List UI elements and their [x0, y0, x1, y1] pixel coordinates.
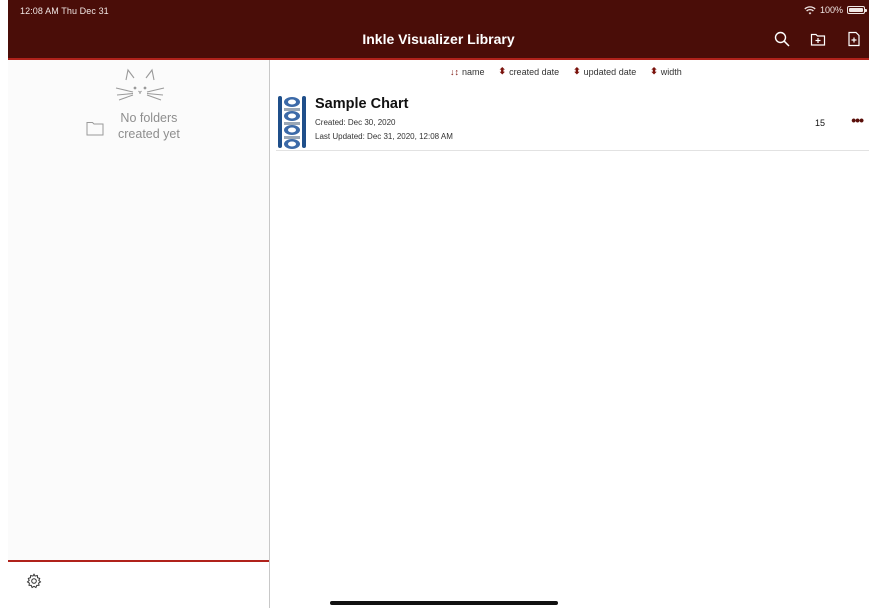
sort-toggle-icon: ⬍ [498, 66, 507, 76]
home-indicator [330, 601, 558, 605]
sort-az-icon: ↓↕ [450, 66, 459, 77]
sort-by-width[interactable]: ⬍ width [650, 66, 682, 77]
folder-icon [86, 122, 104, 136]
battery-icon [847, 6, 867, 14]
sort-toggle-icon: ⬍ [573, 66, 581, 76]
sort-name-label: name [462, 66, 485, 77]
gear-icon[interactable] [26, 573, 42, 589]
chart-library: ↓↕ name ⬍ created date ⬍ updated date ⬍ … [270, 60, 869, 608]
sort-bar: ↓↕ name ⬍ created date ⬍ updated date ⬍ … [450, 66, 682, 77]
page-title: Inkle Visualizer Library [362, 31, 515, 47]
chart-row[interactable]: Sample Chart Created: Dec 30, 2020 Last … [276, 92, 869, 151]
chart-width: 15 [814, 118, 825, 128]
folders-sidebar: No folders created yet [8, 60, 270, 608]
app-window: 12:08 AM Thu Dec 31 100% Inkle Visualize… [0, 0, 869, 608]
sort-width-label: width [660, 66, 682, 77]
new-file-icon[interactable] [845, 30, 863, 48]
status-indicators: 100% [804, 5, 867, 15]
search-icon[interactable] [773, 30, 791, 48]
sort-by-updated[interactable]: ⬍ updated date [573, 66, 636, 77]
sidebar-footer [8, 560, 269, 608]
chart-created-date: Created: Dec 30, 2020 [315, 118, 396, 127]
sort-updated-label: updated date [583, 66, 637, 77]
toolbar [773, 30, 863, 48]
cat-illustration-icon [115, 68, 165, 101]
empty-folders-message: No folders created yet [86, 110, 180, 142]
more-options-button[interactable]: ••• [851, 112, 864, 128]
empty-line-1: No folders [120, 111, 178, 125]
top-bar: 12:08 AM Thu Dec 31 100% Inkle Visualize… [8, 0, 869, 58]
sort-created-label: created date [509, 66, 560, 77]
battery-percent: 100% [819, 5, 843, 15]
status-time: 12:08 AM Thu Dec 31 [20, 6, 109, 16]
wifi-icon [804, 5, 816, 14]
sort-by-name[interactable]: ↓↕ name [450, 67, 485, 77]
sort-toggle-icon: ⬍ [650, 66, 658, 76]
chart-thumbnail [278, 96, 306, 149]
empty-folders-text: No folders created yet [118, 110, 180, 142]
empty-line-2: created yet [118, 127, 180, 141]
sort-by-created[interactable]: ⬍ created date [499, 66, 560, 77]
chart-title: Sample Chart [315, 96, 409, 112]
chart-updated-date: Last Updated: Dec 31, 2020, 12:08 AM [315, 132, 453, 141]
new-folder-icon[interactable] [809, 30, 827, 48]
